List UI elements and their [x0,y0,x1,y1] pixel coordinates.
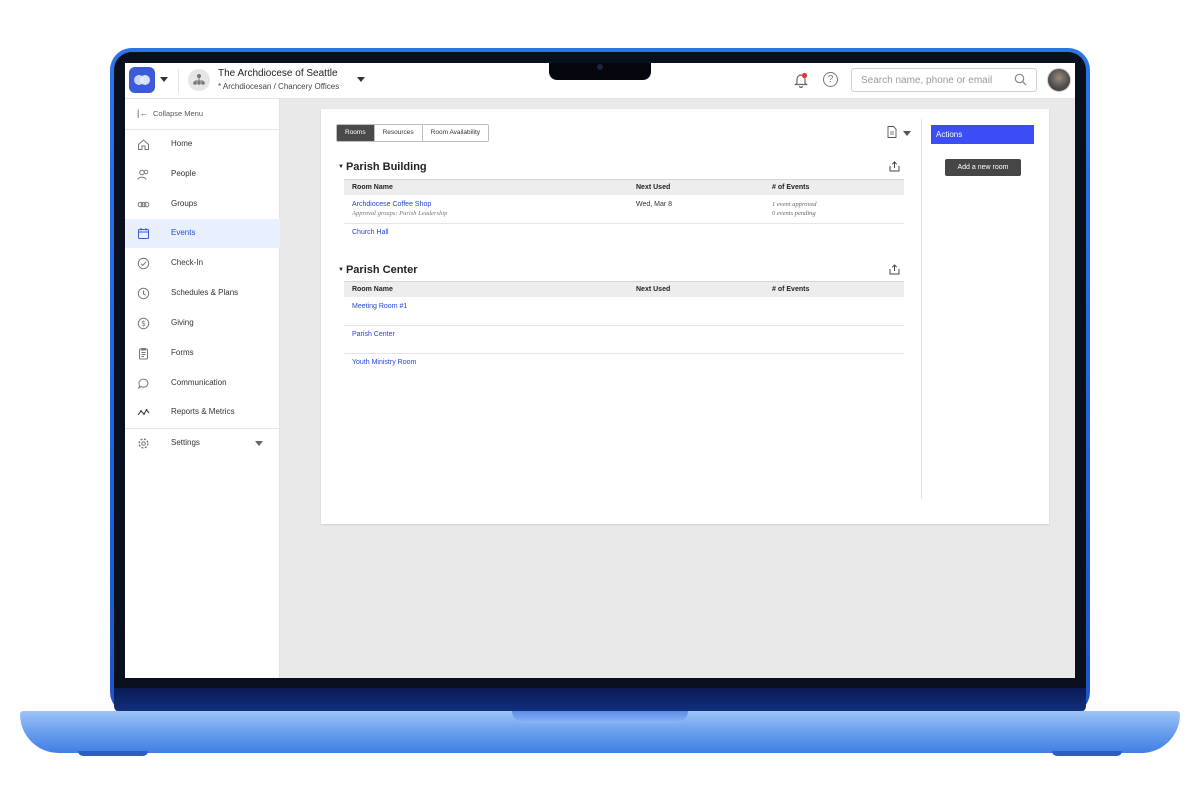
app-logo[interactable] [129,67,155,93]
sidebar-item-label: Groups [171,199,198,208]
sidebar-item-events[interactable]: Events [125,219,280,248]
rooms-panel: Rooms Resources Room Availability ▼ Paris… [321,109,1049,524]
room-approval-groups: Approval groups: Parish Leadership [352,210,448,217]
clipboard-icon [139,348,148,360]
document-menu-chevron-icon[interactable] [903,131,911,136]
view-tabs: Rooms Resources Room Availability [336,124,490,142]
collapse-menu-button[interactable]: |← Collapse Menu [137,108,203,118]
people-icon [137,169,149,180]
export-icon[interactable] [889,161,900,172]
sidebar-item-giving[interactable]: $ Giving [125,309,280,338]
sidebar-item-settings[interactable]: Settings [125,429,280,458]
section-title-label: Parish Building [345,161,427,173]
sidebar-item-schedules-plans[interactable]: Schedules & Plans [125,279,280,308]
sidebar-item-check-in[interactable]: Check-In [125,249,280,278]
org-subtitle: * Archdiocesan / Chancery Offices [218,82,340,91]
sidebar-item-label: Communication [171,378,227,387]
app-switcher-chevron-icon[interactable] [160,77,168,82]
table-header: Room Name Next Used # of Events [344,281,904,297]
sidebar-item-label: Giving [171,318,194,327]
help-icon[interactable]: ? [823,72,838,87]
topbar-divider [178,69,179,93]
org-switcher-chevron-icon[interactable] [357,77,365,82]
groups-icon [137,201,150,208]
home-icon [138,139,149,150]
section-title-label: Parish Center [345,264,418,276]
search-icon[interactable] [1014,73,1027,86]
actions-divider [921,119,922,499]
column-header-next-used[interactable]: Next Used [636,286,670,293]
camera-icon [597,64,603,70]
sidebar-item-label: Check-In [171,258,204,267]
sidebar-item-label: Settings [171,438,200,447]
settings-chevron-down-icon[interactable] [255,441,263,446]
sidebar-item-label: Forms [171,348,194,357]
tab-resources[interactable]: Resources [374,125,423,141]
room-name-link[interactable]: Archdiocese Coffee Shop [352,201,431,208]
table-row: Meeting Room #1 [344,298,904,326]
sidebar-item-forms[interactable]: Forms [125,339,280,368]
sidebar-item-label: Reports & Metrics [171,407,235,416]
user-avatar[interactable] [1047,68,1071,92]
chart-line-icon [137,409,150,416]
app-screen: The Archdiocese of Seattle * Archdiocesa… [125,63,1075,678]
section-collapse-caret-icon[interactable]: ▼ [338,267,344,273]
tab-room-availability[interactable]: Room Availability [422,125,489,141]
collapse-arrow-icon: |← [137,108,149,118]
sidebar-item-home[interactable]: Home [125,130,280,159]
sidebar-item-reports-metrics[interactable]: Reports & Metrics [125,398,280,427]
sidebar: |← Collapse Menu Home People Groups Event… [125,99,280,678]
notification-bell-icon[interactable] [794,72,808,88]
column-header-events[interactable]: # of Events [772,286,809,293]
add-new-room-button[interactable]: Add a new room [945,159,1021,176]
clock-icon [137,287,150,300]
document-menu-icon[interactable] [887,126,897,138]
room-events-approved: 1 event approved [772,201,817,208]
calendar-icon [138,228,149,239]
svg-text:$: $ [141,319,146,328]
chat-icon [137,378,149,390]
room-name-link[interactable]: Parish Center [352,331,395,338]
room-events-pending: 0 events pending [772,210,816,217]
sidebar-item-label: Events [171,228,196,237]
laptop-opening-notch [512,711,688,723]
column-header-room-name[interactable]: Room Name [352,286,393,293]
export-icon[interactable] [889,264,900,275]
sidebar-item-people[interactable]: People [125,160,280,189]
sidebar-item-groups[interactable]: Groups [125,190,280,219]
sidebar-item-communication[interactable]: Communication [125,369,280,398]
laptop-chin [114,688,1086,712]
section-title-parish-center[interactable]: ▼ Parish Center [338,264,417,276]
table-row: Youth Ministry Room [344,354,904,382]
room-name-link[interactable]: Church Hall [352,229,389,236]
gear-icon [138,438,149,449]
table-row: Parish Center [344,326,904,354]
column-header-events[interactable]: # of Events [772,184,809,191]
search-input[interactable] [851,68,1037,92]
table-header: Room Name Next Used # of Events [344,179,904,195]
org-hierarchy-icon[interactable] [188,69,210,91]
table-row: Church Hall [344,224,904,252]
room-next-used: Wed, Mar 8 [636,201,673,208]
tab-rooms[interactable]: Rooms [337,125,375,141]
sidebar-item-label: Schedules & Plans [171,288,239,297]
laptop-foot-left [78,751,148,756]
column-header-room-name[interactable]: Room Name [352,184,393,191]
room-name-link[interactable]: Meeting Room #1 [352,303,407,310]
org-title[interactable]: The Archdiocese of Seattle [218,68,338,79]
collapse-menu-label: Collapse Menu [153,109,204,118]
dollar-icon: $ [137,317,150,330]
check-circle-icon [137,257,150,270]
sidebar-item-label: People [171,169,196,178]
section-collapse-caret-icon[interactable]: ▼ [338,164,344,170]
column-header-next-used[interactable]: Next Used [636,184,670,191]
laptop-foot-right [1052,751,1122,756]
table-row: Archdiocese Coffee Shop Approval groups:… [344,196,904,224]
room-name-link[interactable]: Youth Ministry Room [352,359,416,366]
actions-header: Actions [931,125,1034,144]
sidebar-item-label: Home [171,139,193,148]
section-title-parish-building[interactable]: ▼ Parish Building [338,161,427,173]
